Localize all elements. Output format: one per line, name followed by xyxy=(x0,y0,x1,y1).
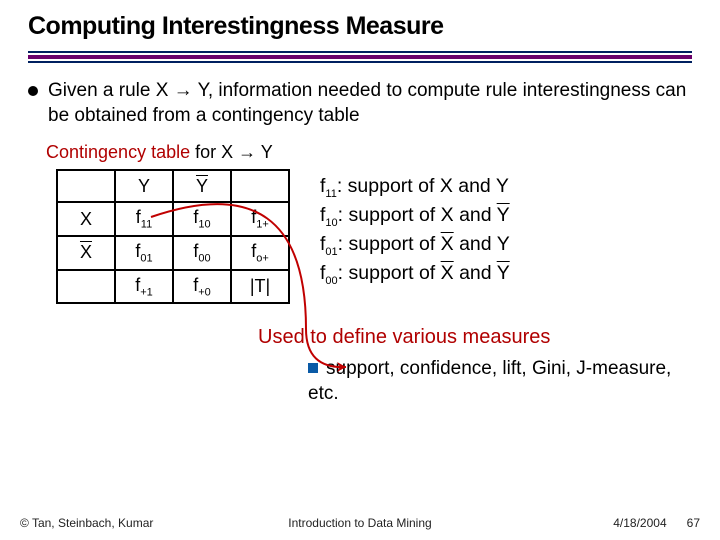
bullet-text: Given a rule X → Y, information needed t… xyxy=(48,79,692,128)
square-bullet-icon xyxy=(308,363,318,373)
ct-h0 xyxy=(57,170,115,202)
legend: f11: support of X and Y f10: support of … xyxy=(320,169,510,288)
caption-suffix: for X → Y xyxy=(190,142,273,162)
ct-r2c1: f01 xyxy=(115,236,173,270)
ct-r2c0: X xyxy=(57,236,115,270)
measures-list: support, confidence, lift, Gini, J-measu… xyxy=(308,357,688,406)
slide-title: Computing Interestingness Measure xyxy=(28,12,692,41)
ct-r1c0: X xyxy=(57,202,115,236)
legend-row-3: f00: support of X and Y xyxy=(320,260,510,289)
table-caption: Contingency table for X → Y xyxy=(46,142,692,163)
ct-h2: Y xyxy=(173,170,231,202)
used-to-define: Used to define various measures xyxy=(258,326,692,349)
legend-row-0: f11: support of X and Y xyxy=(320,173,510,202)
legend-row-2: f01: support of X and Y xyxy=(320,231,510,260)
measures-text: support, confidence, lift, Gini, J-measu… xyxy=(308,358,671,404)
legend-row-1: f10: support of X and Y xyxy=(320,202,510,231)
caption-prefix: Contingency table xyxy=(46,142,190,162)
ct-r1c1: f11 xyxy=(115,202,173,236)
ct-r1c2: f10 xyxy=(173,202,231,236)
ct-h3 xyxy=(231,170,289,202)
contingency-table: Y Y X f11 f10 f1+ X f01 f00 fo+ xyxy=(56,169,290,304)
ct-h1: Y xyxy=(115,170,173,202)
ct-r1c3: f1+ xyxy=(231,202,289,236)
bullet-icon xyxy=(28,86,38,96)
ct-r2c2: f00 xyxy=(173,236,231,270)
slide-footer: © Tan, Steinbach, Kumar Introduction to … xyxy=(0,516,720,530)
ct-r3c2: f+0 xyxy=(173,270,231,304)
ct-r3c1: f+1 xyxy=(115,270,173,304)
footer-center: Introduction to Data Mining xyxy=(0,516,720,530)
bullet-main: Given a rule X → Y, information needed t… xyxy=(28,79,692,128)
ct-r3c3: |T| xyxy=(231,270,289,304)
ct-r3c0 xyxy=(57,270,115,304)
title-underline xyxy=(28,51,692,63)
ct-r2c3: fo+ xyxy=(231,236,289,270)
